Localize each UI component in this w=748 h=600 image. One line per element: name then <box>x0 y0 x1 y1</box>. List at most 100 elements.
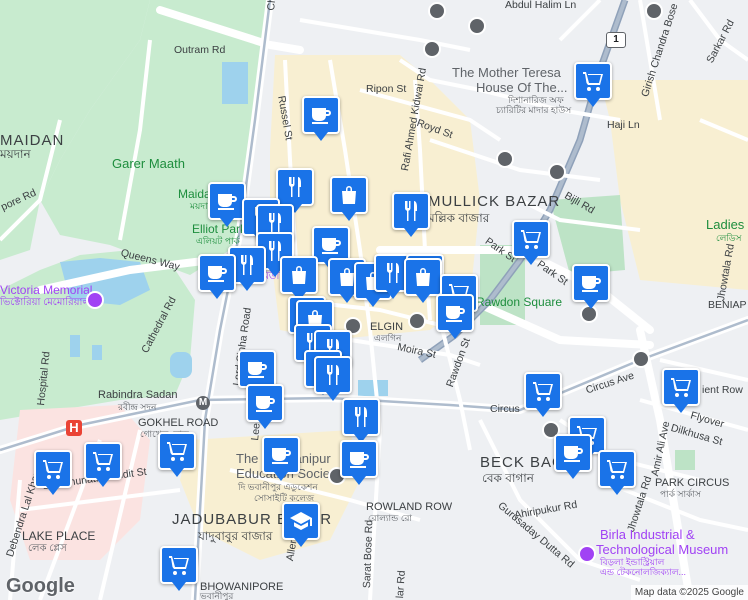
google-logo: Google <box>6 575 75 597</box>
poi-mother-teresa-1[interactable]: The Mother Teresa <box>452 65 561 81</box>
grocery-cart-pin[interactable] <box>512 220 550 265</box>
cafe-pin[interactable] <box>262 436 300 481</box>
grocery-cart-pin[interactable] <box>158 432 196 477</box>
area-mullick-bazar-bn: মল্লিক বাজার <box>428 211 490 225</box>
poi-dot-marker[interactable] <box>632 350 650 368</box>
poi-mother-teresa-2[interactable]: House Of The... <box>476 80 568 96</box>
road-label-circus: Circus <box>490 403 520 415</box>
poi-bhawanipur-bn1: দি ভবানীপুর এডুকেশন <box>238 482 318 492</box>
shopping-cart-icon <box>167 442 187 461</box>
map-canvas[interactable]: Outram Rd Chowringhee Rd Ripon St Russel… <box>0 0 748 600</box>
area-maidan-bn: ময়দান <box>0 147 31 161</box>
coffee-cup-icon <box>564 446 583 462</box>
grocery-cart-pin[interactable] <box>598 450 636 495</box>
poi-birla-bn1: বিড়লা ইন্ডাস্ট্রিয়াল <box>600 557 665 567</box>
poi-dot-marker[interactable] <box>645 2 663 20</box>
coffee-cup-icon <box>208 266 227 282</box>
poi-dot-marker[interactable] <box>548 163 566 181</box>
road-label-abdul: Abdul Halim Ln <box>505 0 577 11</box>
fork-knife-icon <box>289 177 301 197</box>
poi-birla-bn2: এন্ড টেকনোলজিক্যাল... <box>600 567 687 577</box>
cafe-pin[interactable] <box>572 264 610 309</box>
shopping-cart-icon <box>169 556 189 575</box>
coffee-cup-icon <box>256 396 275 412</box>
poi-birla-1[interactable]: Birla Industrial & <box>600 528 695 541</box>
area-rabindra-sadan: Rabindra Sadan <box>98 389 178 401</box>
road-label-sarat: Sarat Bose Rd <box>361 519 376 589</box>
shopping-cart-icon <box>671 378 691 397</box>
graduation-cap-icon <box>290 512 312 530</box>
shopping-bag-icon <box>342 186 356 204</box>
coffee-cup-icon <box>312 108 331 124</box>
area-mullick-bazar: MULLICK BAZAR <box>428 193 561 210</box>
cafe-pin[interactable] <box>238 350 276 395</box>
poi-ladies-bn: লেডিস <box>716 233 742 243</box>
map-attribution[interactable]: Map data ©2025 Google <box>630 585 748 600</box>
fork-knife-icon <box>405 201 417 221</box>
area-bhowanipore-bn: ভবানীপুর <box>200 591 234 600</box>
restaurant-pin[interactable] <box>314 356 352 401</box>
road-label-haji: Haji Ln <box>607 119 640 131</box>
school-pin[interactable] <box>282 502 320 547</box>
cafe-pin[interactable] <box>208 182 246 227</box>
shopping-bag-pin[interactable] <box>330 176 368 221</box>
museum-icon[interactable] <box>86 291 104 309</box>
shopping-bag-pin[interactable] <box>404 258 442 303</box>
poi-ladies[interactable]: Ladies <box>706 218 744 231</box>
grocery-cart-pin[interactable] <box>574 62 612 107</box>
cafe-pin[interactable] <box>198 254 236 299</box>
coffee-cup-icon <box>218 194 237 210</box>
metro-station-icon[interactable]: M <box>196 396 210 410</box>
road-label-lar: lar Rd <box>394 569 408 599</box>
road-label-ripon: Ripon St <box>366 83 407 95</box>
highway-shield: 1 <box>606 32 626 48</box>
area-rowland-row: ROWLAND ROW <box>366 501 453 513</box>
cafe-pin[interactable] <box>436 294 474 339</box>
poi-garer-maath[interactable]: Garer Maath <box>112 157 185 170</box>
area-gokhel-road: GOKHEL ROAD <box>138 417 219 429</box>
shopping-bag-icon <box>416 268 430 286</box>
grocery-cart-pin[interactable] <box>524 372 562 417</box>
area-park-circus-bn: পার্ক সার্কাস <box>660 489 701 499</box>
poi-dot-marker[interactable] <box>496 150 514 168</box>
shopping-cart-icon <box>43 460 63 479</box>
restaurant-pin[interactable] <box>342 398 380 443</box>
poi-mother-teresa-bn1: দিশানারিজ অফ <box>508 95 564 105</box>
museum-icon[interactable] <box>578 545 596 563</box>
poi-dot-marker[interactable] <box>408 312 426 330</box>
cafe-pin[interactable] <box>554 434 592 479</box>
coffee-cup-icon <box>350 452 369 468</box>
shopping-cart-icon <box>533 382 553 401</box>
shopping-bag-pin[interactable] <box>280 256 318 301</box>
poi-birla-2[interactable]: Technological Museum <box>596 543 728 556</box>
poi-elliot-park-bn: এলিয়ট পার্ক <box>196 236 240 246</box>
cafe-pin[interactable] <box>340 440 378 485</box>
grocery-cart-pin[interactable] <box>662 368 700 413</box>
poi-dot-marker[interactable] <box>468 17 486 35</box>
fork-knife-icon <box>355 407 367 427</box>
cafe-pin[interactable] <box>246 384 284 429</box>
shopping-cart-icon <box>521 230 541 249</box>
shopping-cart-icon <box>607 460 627 479</box>
poi-rawdon-square[interactable]: Rawdon Square <box>476 296 562 308</box>
poi-victoria-memorial[interactable]: Victoria Memorial <box>0 284 92 296</box>
area-jadubabur-bazar-bn: যাদুবাবুর বাজার <box>198 529 273 543</box>
road-label-ientrow: ient Row <box>702 384 743 396</box>
restaurant-pin[interactable] <box>392 192 430 237</box>
road-label-outram: Outram Rd <box>174 44 226 56</box>
area-park-circus: PARK CIRCUS <box>655 477 730 489</box>
shopping-bag-icon <box>292 266 306 284</box>
poi-dot-marker[interactable] <box>423 40 441 58</box>
fork-knife-icon <box>327 365 339 385</box>
area-rabindra-sadan-bn: রবীন্দ্র সদন <box>118 402 157 412</box>
restaurant-pin[interactable] <box>276 168 314 213</box>
hospital-icon[interactable]: H <box>66 420 82 436</box>
grocery-cart-pin[interactable] <box>34 450 72 495</box>
poi-mother-teresa-bn2: চ্যারিটির মাদার হাউস <box>496 105 572 115</box>
cafe-pin[interactable] <box>302 96 340 141</box>
fork-knife-icon <box>387 263 399 283</box>
road-label-beniap: BENIAP <box>708 299 747 311</box>
poi-dot-marker[interactable] <box>428 2 446 20</box>
grocery-cart-pin[interactable] <box>84 442 122 487</box>
grocery-cart-pin[interactable] <box>160 546 198 591</box>
